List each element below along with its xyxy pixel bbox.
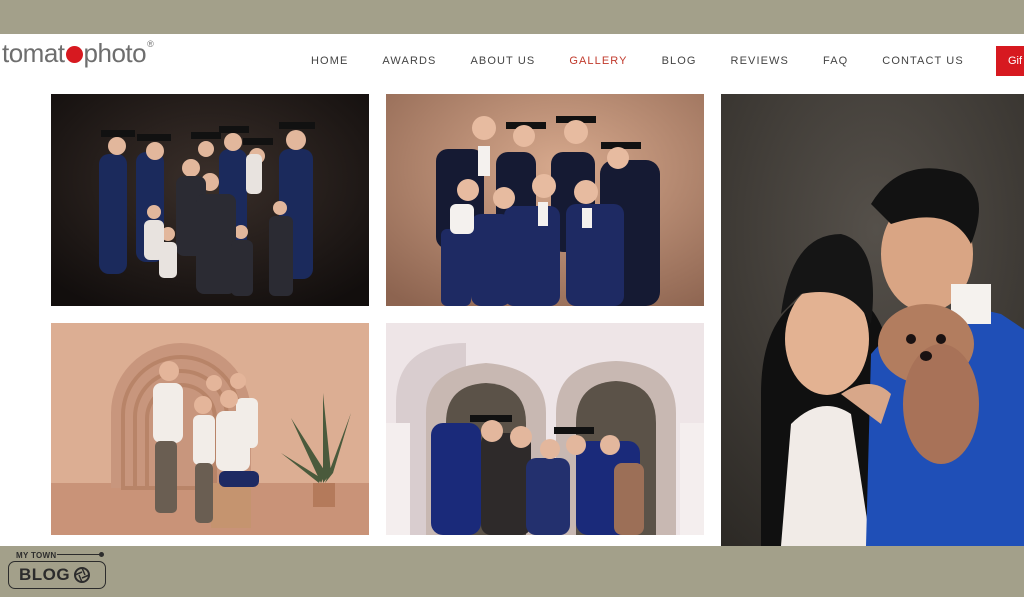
tomatophoto-logo[interactable]: tomat photo ® — [2, 37, 154, 68]
top-band — [0, 0, 1024, 34]
nav-awards[interactable]: AWARDS — [382, 55, 436, 67]
site-header: tomat photo ® HOME AWARDS ABOUT US GALLE… — [0, 34, 1024, 90]
badge-small-label: MY TOWN — [16, 551, 57, 560]
badge-main-label: BLOG — [19, 565, 71, 584]
camera-aperture-icon — [74, 567, 91, 583]
badge-dot — [99, 552, 104, 557]
nav-about-us[interactable]: ABOUT US — [470, 55, 535, 67]
gallery-photo-3[interactable] — [51, 323, 369, 535]
nav-faq[interactable]: FAQ — [823, 55, 848, 67]
gallery-photo-1[interactable] — [51, 94, 369, 306]
badge-box: BLOG — [8, 561, 106, 589]
gallery-photo-2[interactable] — [386, 94, 704, 306]
tomato-icon — [65, 45, 83, 63]
main-nav: HOME AWARDS ABOUT US GALLERY BLOG REVIEW… — [311, 55, 998, 67]
website-page: tomat photo ® HOME AWARDS ABOUT US GALLE… — [0, 34, 1024, 546]
badge-line — [57, 554, 101, 555]
gallery-photo-4[interactable] — [386, 323, 704, 535]
gift-button[interactable]: Gif — [996, 46, 1024, 76]
gallery-photo-5[interactable] — [721, 94, 1024, 546]
nav-home[interactable]: HOME — [311, 55, 348, 67]
logo-text-start: tomat — [2, 37, 65, 68]
my-town-blog-badge[interactable]: MY TOWN BLOG — [8, 551, 108, 591]
bottom-band — [0, 546, 1024, 597]
logo-text-end: photo — [83, 37, 147, 68]
nav-contact-us[interactable]: CONTACT US — [882, 55, 964, 67]
nav-blog[interactable]: BLOG — [662, 55, 697, 67]
nav-reviews[interactable]: REVIEWS — [731, 55, 789, 67]
registered-mark: ® — [147, 39, 154, 49]
nav-gallery[interactable]: GALLERY — [569, 55, 627, 67]
